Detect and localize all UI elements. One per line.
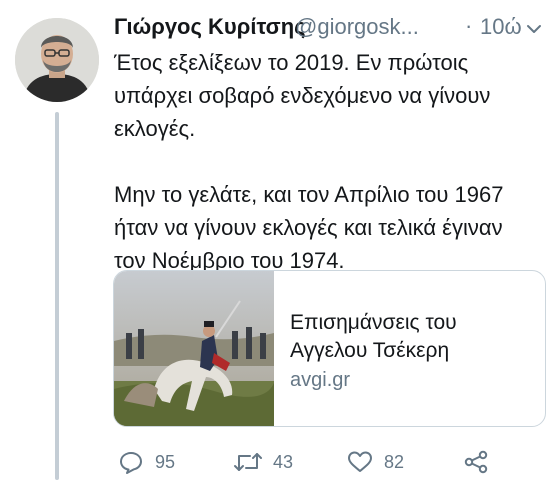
- share-icon: [464, 450, 488, 474]
- retweet-count: 43: [273, 452, 294, 472]
- card-domain: avgi.gr: [290, 369, 351, 391]
- author-name[interactable]: Γιώργος Κυρίτσης: [114, 14, 306, 40]
- retweet-icon: [234, 453, 262, 471]
- author-handle[interactable]: @giorgosk...: [295, 14, 419, 40]
- reply-count: 95: [155, 452, 176, 472]
- like-count: 82: [384, 452, 405, 472]
- thread-line: [55, 112, 59, 480]
- separator-dot: ·: [465, 13, 473, 38]
- avatar-photo: [15, 18, 99, 102]
- card-title[interactable]: Επισημάνσεις του Αγγελου Τσέκερη: [290, 309, 540, 365]
- avatar[interactable]: [15, 18, 99, 102]
- tweet-actions: 95 43 82: [114, 447, 554, 477]
- tweet-timestamp[interactable]: 10ώ: [480, 14, 522, 40]
- reply-icon: [120, 452, 142, 474]
- tweet-text: Έτος εξελίξεων το 2019. Εν πρώτοις υπάρχ…: [114, 50, 504, 273]
- card-image: [114, 271, 274, 426]
- card-title-line-2: Αγγελου Τσέκερη: [290, 339, 450, 362]
- chevron-down-icon[interactable]: [523, 18, 545, 40]
- card-title-line-1: Επισημάνσεις του: [290, 311, 457, 334]
- link-card[interactable]: Επισημάνσεις του Αγγελου Τσέκερη avgi.gr: [113, 270, 546, 427]
- heart-icon: [348, 451, 372, 472]
- tweet-header: Γιώργος Κυρίτσης @giorgosk... · 10ώ: [114, 12, 554, 44]
